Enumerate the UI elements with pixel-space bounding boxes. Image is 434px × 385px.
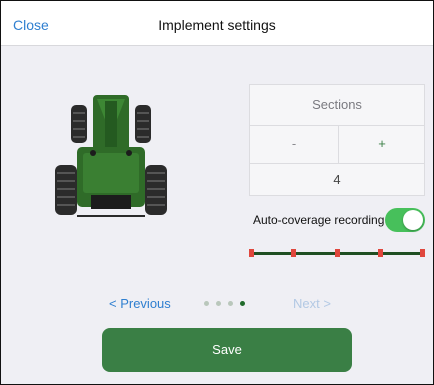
boom-segment-marker bbox=[291, 249, 296, 257]
sections-value: 4 bbox=[333, 172, 341, 187]
sections-boom-diagram bbox=[249, 249, 425, 257]
page-indicator bbox=[204, 297, 245, 309]
boom-segment-marker bbox=[378, 249, 383, 257]
next-button[interactable]: Next > bbox=[293, 296, 331, 311]
sections-title: Sections bbox=[250, 85, 424, 126]
sections-panel: Sections - + 4 bbox=[249, 84, 425, 196]
boom-segment-marker bbox=[249, 249, 254, 257]
page-dot bbox=[228, 300, 233, 306]
page-dot-current bbox=[240, 300, 245, 306]
boom-segment-marker bbox=[335, 249, 340, 257]
toggle-knob bbox=[403, 210, 423, 230]
previous-button[interactable]: < Previous bbox=[109, 296, 171, 311]
decrement-button[interactable]: - bbox=[250, 125, 339, 163]
sections-stepper: - + bbox=[250, 125, 424, 164]
app-window: Close Implement settings Sections - + 4 … bbox=[0, 0, 434, 385]
page-dot bbox=[204, 300, 209, 306]
tractor-icon bbox=[55, 95, 167, 217]
tractor-illustration bbox=[55, 95, 167, 217]
navigation-bar: Close Implement settings bbox=[1, 1, 433, 46]
auto-coverage-label: Auto-coverage recording bbox=[253, 213, 385, 227]
save-button[interactable]: Save bbox=[102, 328, 352, 372]
page-dot bbox=[216, 300, 221, 306]
boom-segment-marker bbox=[420, 249, 425, 257]
page-title: Implement settings bbox=[158, 17, 276, 33]
increment-button[interactable]: + bbox=[338, 125, 426, 163]
auto-coverage-toggle[interactable] bbox=[385, 208, 425, 232]
